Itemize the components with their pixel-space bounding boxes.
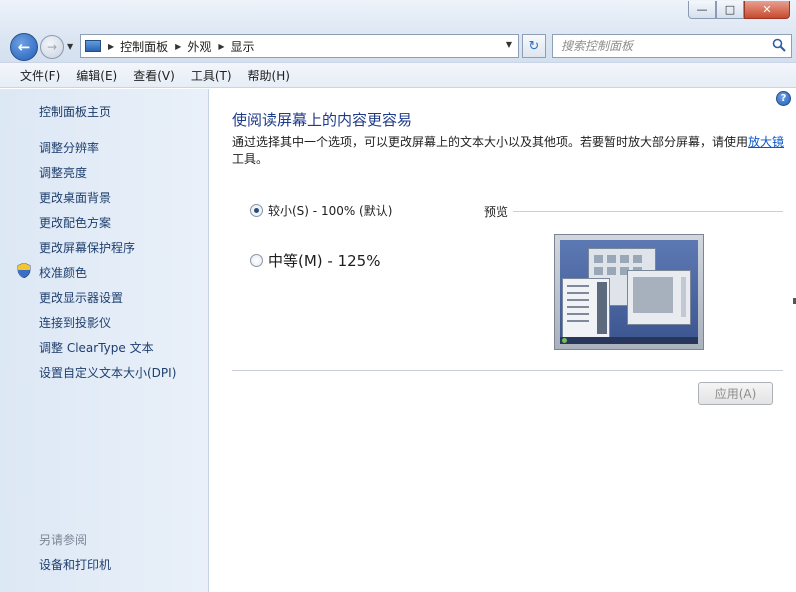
help-icon[interactable]: ? bbox=[776, 91, 791, 106]
radio-medium[interactable] bbox=[250, 254, 263, 267]
address-dropdown-icon[interactable]: ▼ bbox=[506, 40, 512, 49]
search-box[interactable] bbox=[552, 34, 792, 58]
calibrate-color-link[interactable]: 校准颜色 bbox=[39, 264, 87, 281]
devices-printers-link[interactable]: 设备和打印机 bbox=[39, 556, 111, 573]
preview-line bbox=[567, 285, 589, 287]
recent-pages-dropdown[interactable]: ▼ bbox=[67, 42, 73, 51]
menu-bar: 文件(F) 编辑(E) 查看(V) 工具(T) 帮助(H) bbox=[0, 62, 796, 88]
chevron-right-icon[interactable]: ▶ bbox=[108, 42, 114, 51]
search-input[interactable] bbox=[561, 39, 766, 53]
menu-help[interactable]: 帮助(H) bbox=[248, 67, 290, 84]
page-title: 使阅读屏幕上的内容更容易 bbox=[232, 111, 413, 129]
preview-window-front bbox=[627, 270, 691, 325]
main-content: ? 使阅读屏幕上的内容更容易 通过选择其中一个选项，可以更改屏幕上的文本大小以及… bbox=[210, 89, 796, 592]
option-medium-label[interactable]: 中等(M) - 125% bbox=[268, 250, 380, 271]
preview-tile bbox=[607, 255, 616, 263]
option-smaller-label[interactable]: 较小(S) - 100% (默认) bbox=[268, 202, 392, 219]
forward-button[interactable]: → bbox=[40, 35, 64, 59]
preview-label: 预览 bbox=[484, 205, 509, 219]
preview-start-orb bbox=[562, 338, 567, 343]
content-divider bbox=[232, 370, 783, 371]
apply-button[interactable]: 应用(A) bbox=[698, 382, 773, 405]
preview-monitor-image bbox=[554, 234, 704, 350]
preview-sidebar bbox=[597, 282, 607, 334]
breadcrumb-control-panel[interactable]: 控制面板 bbox=[120, 38, 168, 55]
preview-window-list bbox=[562, 278, 610, 338]
preview-scrollbar bbox=[681, 277, 686, 317]
preview-line bbox=[567, 313, 589, 315]
title-bar: — □ ✕ bbox=[0, 0, 796, 30]
preview-tile bbox=[594, 267, 603, 275]
change-screen-saver-link[interactable]: 更改屏幕保护程序 bbox=[39, 239, 135, 256]
search-icon[interactable] bbox=[772, 38, 786, 52]
control-panel-home-link[interactable]: 控制面板主页 bbox=[39, 103, 111, 120]
set-custom-dpi-link[interactable]: 设置自定义文本大小(DPI) bbox=[39, 364, 176, 381]
adjust-resolution-link[interactable]: 调整分辨率 bbox=[39, 139, 99, 156]
change-color-scheme-link[interactable]: 更改配色方案 bbox=[39, 214, 111, 231]
preview-line bbox=[567, 299, 589, 301]
chevron-right-icon[interactable]: ▶ bbox=[218, 42, 224, 51]
back-button[interactable]: ← bbox=[10, 33, 38, 61]
preview-tile bbox=[633, 255, 642, 263]
close-button[interactable]: ✕ bbox=[744, 1, 790, 19]
preview-line bbox=[567, 292, 589, 294]
description-suffix: 工具。 bbox=[232, 152, 269, 166]
preview-taskbar bbox=[560, 337, 698, 344]
page-description: 通过选择其中一个选项，可以更改屏幕上的文本大小以及其他项。若要暂时放大部分屏幕，… bbox=[232, 134, 787, 168]
breadcrumb-appearance[interactable]: 外观 bbox=[187, 38, 211, 55]
chevron-right-icon[interactable]: ▶ bbox=[175, 42, 181, 51]
preview-tile bbox=[607, 267, 616, 275]
minimize-button[interactable]: — bbox=[688, 1, 716, 19]
option-medium[interactable]: 中等(M) - 125% bbox=[250, 250, 380, 271]
maximize-button[interactable]: □ bbox=[716, 1, 744, 19]
refresh-button[interactable]: ↻ bbox=[522, 34, 546, 58]
option-smaller[interactable]: 较小(S) - 100% (默认) bbox=[250, 202, 392, 219]
magnifier-link[interactable]: 放大镜 bbox=[748, 135, 784, 149]
menu-view[interactable]: 查看(V) bbox=[133, 67, 175, 84]
breadcrumb-display[interactable]: 显示 bbox=[231, 38, 255, 55]
menu-file[interactable]: 文件(F) bbox=[20, 67, 60, 84]
change-display-settings-link[interactable]: 更改显示器设置 bbox=[39, 289, 123, 306]
caption-buttons: — □ ✕ bbox=[688, 1, 790, 19]
menu-edit[interactable]: 编辑(E) bbox=[76, 67, 117, 84]
preview-tile bbox=[594, 255, 603, 263]
adjust-cleartype-link[interactable]: 调整 ClearType 文本 bbox=[39, 339, 154, 356]
connect-projector-link[interactable]: 连接到投影仪 bbox=[39, 314, 111, 331]
shield-icon bbox=[17, 263, 31, 278]
preview-tile bbox=[620, 255, 629, 263]
change-desktop-background-link[interactable]: 更改桌面背景 bbox=[39, 189, 111, 206]
preview-line bbox=[567, 306, 589, 308]
see-also-heading: 另请参阅 bbox=[39, 533, 88, 547]
adjust-brightness-link[interactable]: 调整亮度 bbox=[39, 164, 87, 181]
radio-smaller[interactable] bbox=[250, 204, 263, 217]
left-navigation-pane: 控制面板主页 调整分辨率 调整亮度 更改桌面背景 更改配色方案 更改屏幕保护程序… bbox=[0, 89, 209, 592]
description-text: 通过选择其中一个选项，可以更改屏幕上的文本大小以及其他项。若要暂时放大部分屏幕，… bbox=[232, 135, 749, 149]
control-panel-icon bbox=[85, 40, 101, 52]
address-bar[interactable]: ▶ 控制面板 ▶ 外观 ▶ 显示 ▼ bbox=[80, 34, 519, 58]
preview-line bbox=[567, 320, 589, 322]
preview-panel bbox=[633, 277, 673, 313]
menu-tools[interactable]: 工具(T) bbox=[191, 67, 232, 84]
preview-screen bbox=[560, 240, 698, 344]
preview-divider bbox=[513, 211, 783, 212]
navigation-bar: ← → ▼ ▶ 控制面板 ▶ 外观 ▶ 显示 ▼ ↻ bbox=[0, 30, 796, 62]
